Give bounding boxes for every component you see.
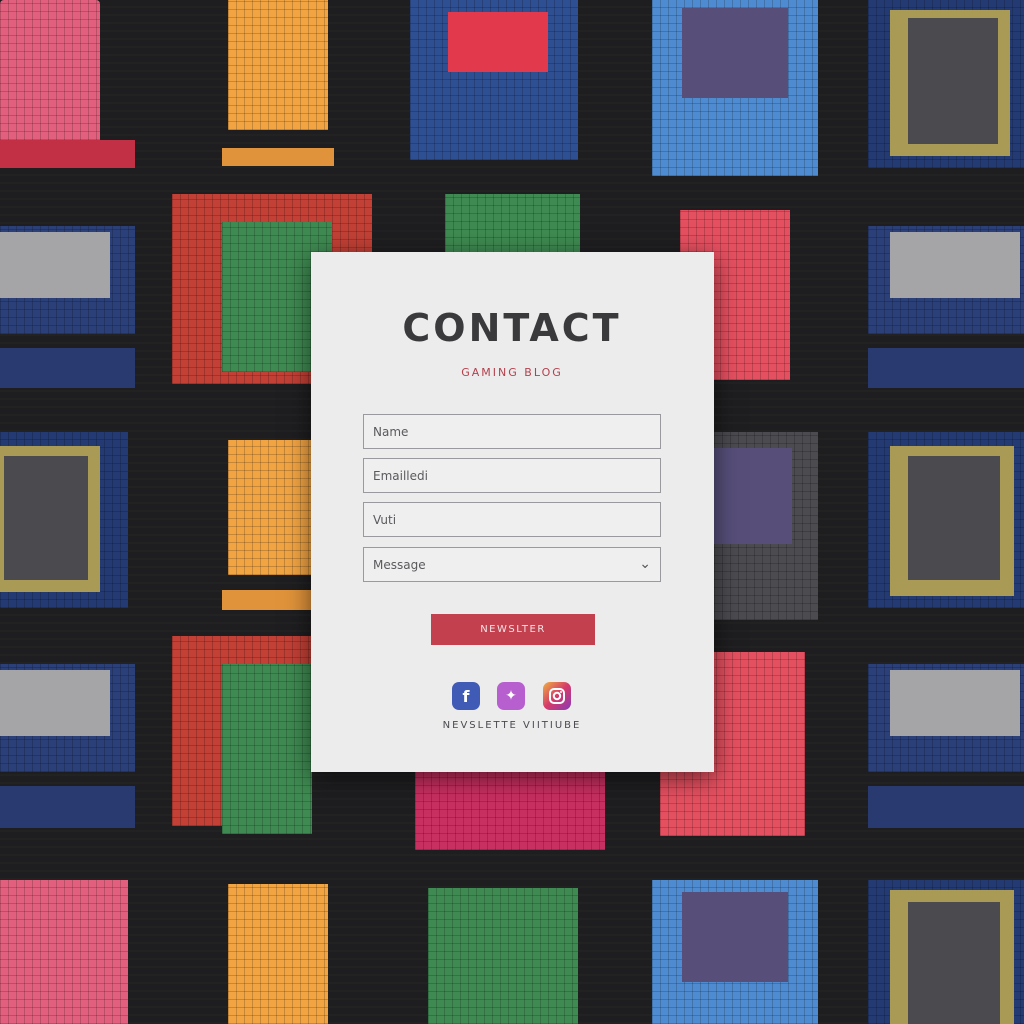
sprite-panel-inner xyxy=(908,18,998,144)
orange-robot-sprite-2 xyxy=(228,440,313,575)
orange-robot-sprite-3 xyxy=(228,884,328,1024)
sprite-panel-inner-2 xyxy=(4,456,88,580)
instagram-icon[interactable] xyxy=(543,682,571,710)
pink-robot-sprite xyxy=(0,0,100,140)
newsletter-button-label: NEWSLTER xyxy=(480,624,546,635)
sprite-cartridge-right xyxy=(890,232,1020,298)
controller-sprite-2 xyxy=(0,786,135,828)
twitter-icon[interactable]: ✦ xyxy=(497,682,525,710)
message-select[interactable]: Message ⌄ xyxy=(363,547,661,582)
sprite-face xyxy=(448,12,548,72)
email-field[interactable]: Emailledi xyxy=(363,458,661,493)
url-field-placeholder: Vuti xyxy=(373,512,397,527)
email-field-placeholder: Emailledi xyxy=(373,468,428,483)
message-select-placeholder: Message xyxy=(373,557,426,572)
facebook-icon[interactable]: f xyxy=(452,682,480,710)
sprite-panel-inner-3 xyxy=(908,456,1000,580)
green-monster-sprite-2 xyxy=(222,664,312,834)
orange-robot-sprite xyxy=(228,0,328,130)
sprite-screen-2 xyxy=(714,448,792,544)
newsletter-button[interactable]: NEWSLTER xyxy=(431,614,595,645)
controller-sprite-right-2 xyxy=(868,786,1024,828)
name-field-placeholder: Name xyxy=(373,424,409,439)
sprite-cartridge xyxy=(0,232,110,298)
sprite-base xyxy=(0,140,135,168)
pink-creature-sprite xyxy=(415,772,605,850)
green-robot-top-sprite xyxy=(445,194,580,254)
page-title: CONTACT xyxy=(402,306,622,350)
sprite-screen-3 xyxy=(682,892,788,982)
chevron-down-icon: ⌄ xyxy=(639,556,651,572)
sprite-panel-inner-4 xyxy=(908,902,1000,1024)
page-subtitle: GAMING BLOG xyxy=(461,366,563,379)
sprite-feet xyxy=(222,148,334,166)
pink-robot-sprite-2 xyxy=(0,880,128,1024)
name-field[interactable]: Name xyxy=(363,414,661,449)
url-field[interactable]: Vuti xyxy=(363,502,661,537)
sprite-feet-2 xyxy=(222,590,312,610)
footer-text: NEVSLETTE VIITIUBE xyxy=(442,720,582,731)
sprite-screen xyxy=(682,8,788,98)
green-robot-sprite xyxy=(428,888,578,1024)
